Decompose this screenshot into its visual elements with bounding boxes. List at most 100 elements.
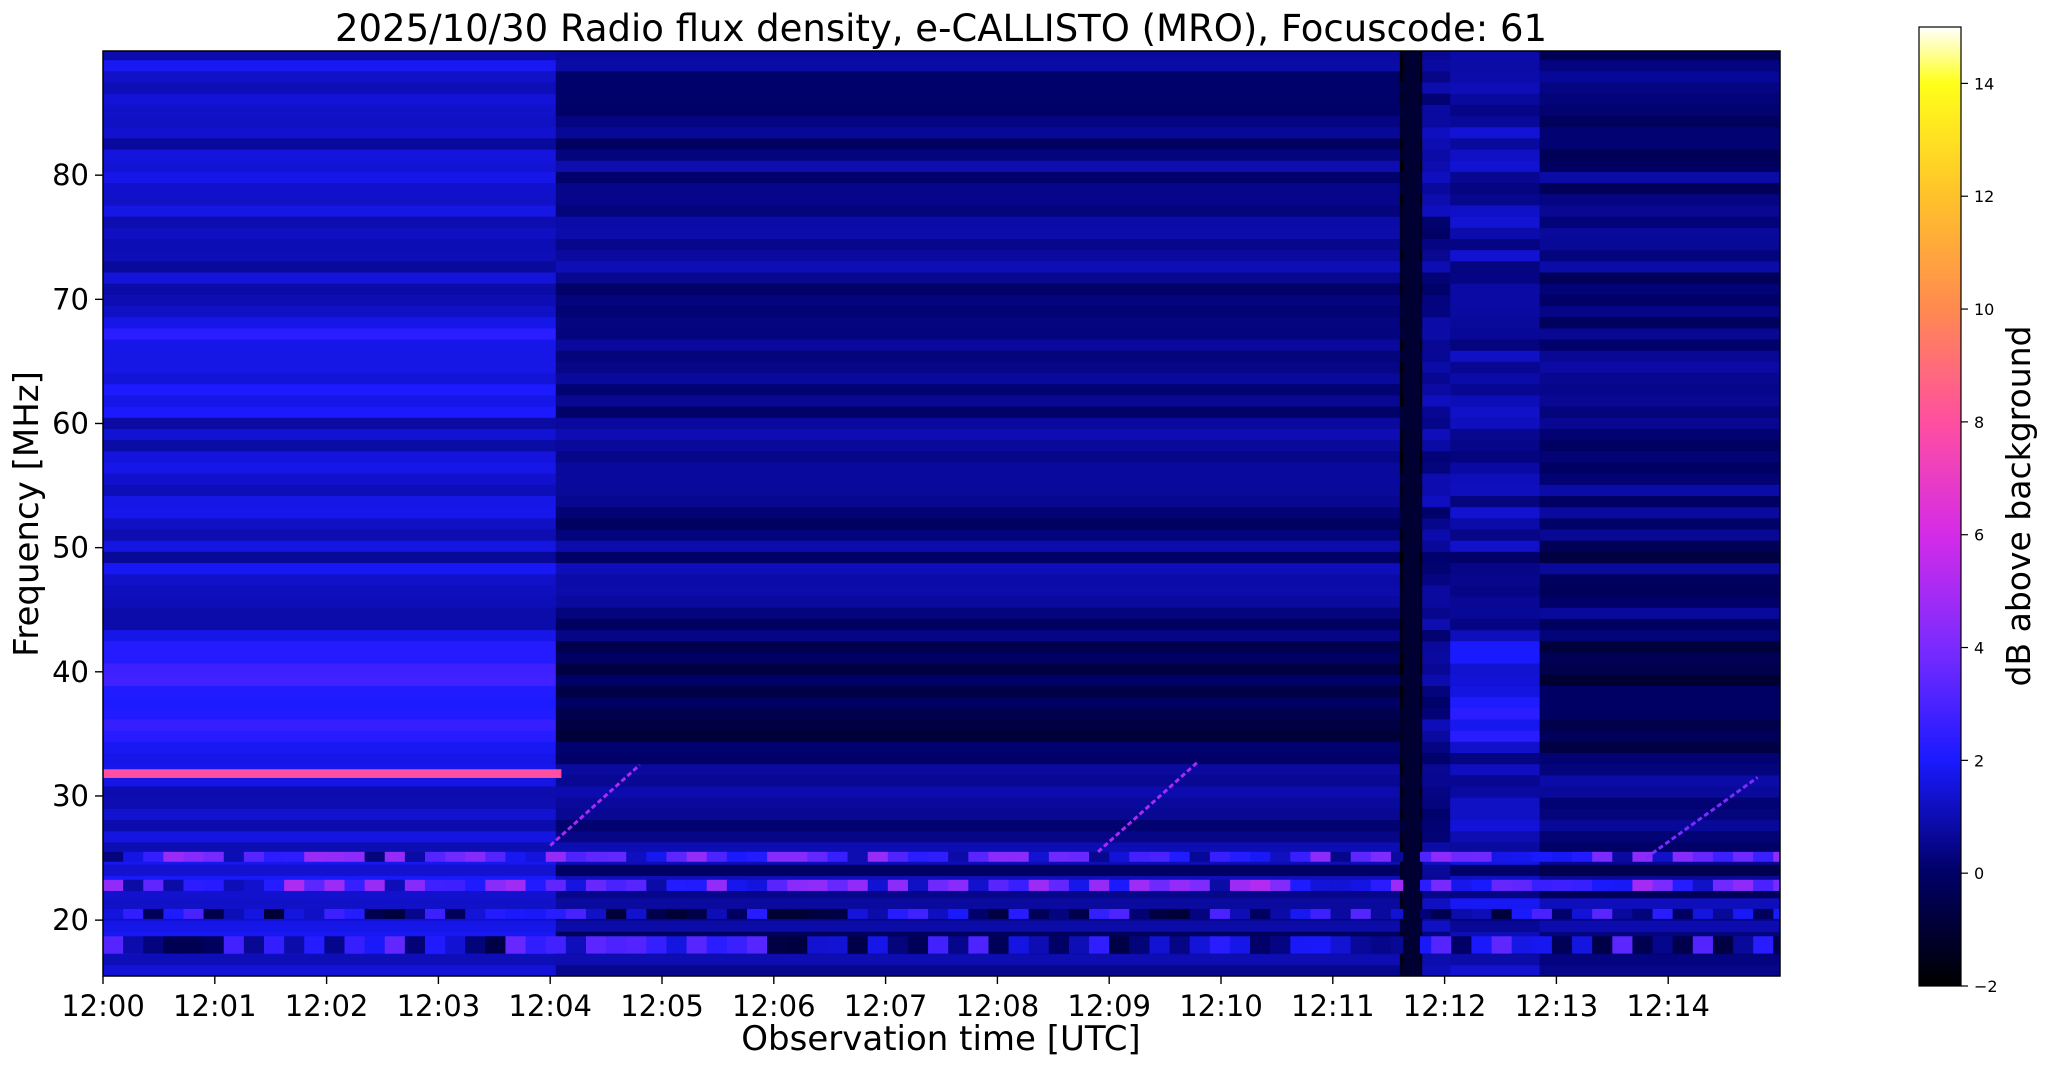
interference-cell bbox=[304, 879, 325, 891]
interference-cell bbox=[907, 851, 929, 862]
interference-cell bbox=[384, 879, 406, 891]
spectrogram-cell bbox=[1450, 417, 1541, 429]
interference-cell bbox=[887, 879, 909, 891]
spectrogram-cell bbox=[1450, 730, 1541, 742]
spectrogram-cell bbox=[1539, 82, 1780, 94]
interference-cell bbox=[1350, 879, 1372, 891]
interference-cell bbox=[123, 908, 144, 919]
interference-cell bbox=[1189, 879, 1211, 891]
interference-cell bbox=[284, 936, 305, 954]
interference-cell bbox=[1048, 879, 1070, 891]
interference-cell bbox=[827, 851, 848, 862]
spectrogram-cell bbox=[1422, 964, 1451, 976]
x-tick-label: 12:03 bbox=[397, 989, 481, 1023]
spectrogram-cell bbox=[1422, 316, 1451, 329]
interference-cell bbox=[525, 851, 547, 862]
spectrogram-cell bbox=[555, 372, 1401, 385]
spectrogram-cell bbox=[1539, 562, 1780, 575]
interference-cell bbox=[1773, 879, 1780, 891]
spectrogram-cell bbox=[1539, 204, 1780, 217]
spectrogram-cell bbox=[1450, 752, 1541, 765]
interference-cell bbox=[1209, 908, 1231, 919]
spectrogram-cell bbox=[1450, 126, 1541, 139]
interference-cell bbox=[706, 851, 728, 862]
spectrogram-cell bbox=[1422, 830, 1451, 843]
spectrogram-cell bbox=[555, 93, 1401, 105]
spectrogram-cell bbox=[1539, 752, 1780, 765]
interference-cell bbox=[203, 936, 225, 954]
spectrogram-cell bbox=[1539, 629, 1780, 642]
spectrogram-cell bbox=[1539, 461, 1780, 474]
spectrogram-cell bbox=[555, 238, 1401, 251]
spectrogram-cell bbox=[1539, 618, 1780, 631]
broadband-dropout-strip bbox=[1403, 51, 1421, 976]
spectrogram-cell bbox=[555, 629, 1401, 642]
spectrogram-cell bbox=[555, 249, 1401, 262]
interference-cell bbox=[1592, 936, 1613, 954]
spectrogram-cell bbox=[103, 305, 557, 318]
spectrogram-cell bbox=[103, 227, 557, 239]
spectrogram-cell bbox=[1422, 573, 1451, 586]
interference-cell bbox=[907, 936, 929, 954]
interference-cell bbox=[686, 936, 708, 954]
spectrogram-cell bbox=[103, 126, 557, 139]
interference-cell bbox=[1692, 936, 1714, 954]
interference-cell bbox=[666, 879, 687, 891]
x-tick-label: 12:09 bbox=[1067, 989, 1151, 1023]
spectrogram-cell bbox=[1422, 663, 1451, 675]
y-tick-label: 20 bbox=[52, 903, 89, 937]
interference-cell bbox=[1773, 851, 1780, 862]
interference-cell bbox=[928, 879, 949, 891]
spectrogram-cell bbox=[1422, 786, 1451, 798]
spectrogram-cell bbox=[1450, 640, 1541, 653]
interference-cell bbox=[1350, 851, 1372, 862]
spectrogram-cell bbox=[555, 718, 1401, 731]
spectrogram-cell bbox=[1422, 350, 1451, 362]
interference-cell bbox=[1692, 908, 1714, 919]
spectrogram-cell bbox=[555, 517, 1401, 530]
spectrogram-cell bbox=[1422, 305, 1451, 318]
spectrogram-cell bbox=[555, 529, 1401, 541]
spectrogram-cell bbox=[555, 707, 1401, 720]
spectrogram-cell bbox=[555, 193, 1401, 206]
interference-cell bbox=[1652, 879, 1673, 891]
interference-cell bbox=[706, 879, 728, 891]
interference-cell bbox=[445, 851, 466, 862]
interference-cell bbox=[243, 851, 265, 862]
interference-cell bbox=[1250, 879, 1271, 891]
interference-cell bbox=[404, 879, 426, 891]
spectrogram-cell bbox=[1422, 115, 1451, 128]
interference-cell bbox=[1270, 851, 1291, 862]
interference-cell bbox=[485, 851, 506, 862]
spectrogram-cell bbox=[103, 59, 557, 72]
interference-cell bbox=[203, 908, 225, 919]
spectrogram-cell bbox=[555, 920, 1401, 932]
interference-cell bbox=[606, 851, 627, 862]
interference-cell bbox=[1712, 851, 1734, 862]
interference-cell bbox=[807, 879, 828, 891]
spectrogram-cell bbox=[1422, 718, 1451, 731]
spectrogram-cell bbox=[103, 640, 557, 653]
spectrogram-cell bbox=[1450, 160, 1541, 172]
spectrogram-cell bbox=[1422, 126, 1451, 139]
interference-cell bbox=[887, 936, 909, 954]
interference-cell bbox=[1290, 879, 1311, 891]
spectrogram-cell bbox=[1422, 450, 1451, 463]
spectrogram-cell bbox=[555, 394, 1401, 407]
interference-cell bbox=[585, 879, 607, 891]
spectrogram-cell bbox=[1450, 786, 1541, 798]
spectrogram-cell bbox=[1450, 372, 1541, 385]
spectrogram-cell bbox=[103, 372, 557, 385]
spectrogram-cell bbox=[103, 450, 557, 463]
colorbar-tick-label: 2 bbox=[1974, 751, 1984, 770]
spectrogram-cell bbox=[1422, 406, 1451, 418]
spectrogram-cell bbox=[555, 741, 1401, 754]
interference-cell bbox=[1511, 908, 1533, 919]
spectrogram-cell bbox=[1539, 495, 1780, 508]
spectrogram-cell bbox=[103, 596, 557, 608]
spectrogram-cell bbox=[1450, 428, 1541, 441]
spectrogram-cell bbox=[1422, 495, 1451, 508]
spectrogram-cell bbox=[555, 640, 1401, 653]
spectrogram-cell bbox=[555, 115, 1401, 128]
interference-cell bbox=[1310, 908, 1331, 919]
